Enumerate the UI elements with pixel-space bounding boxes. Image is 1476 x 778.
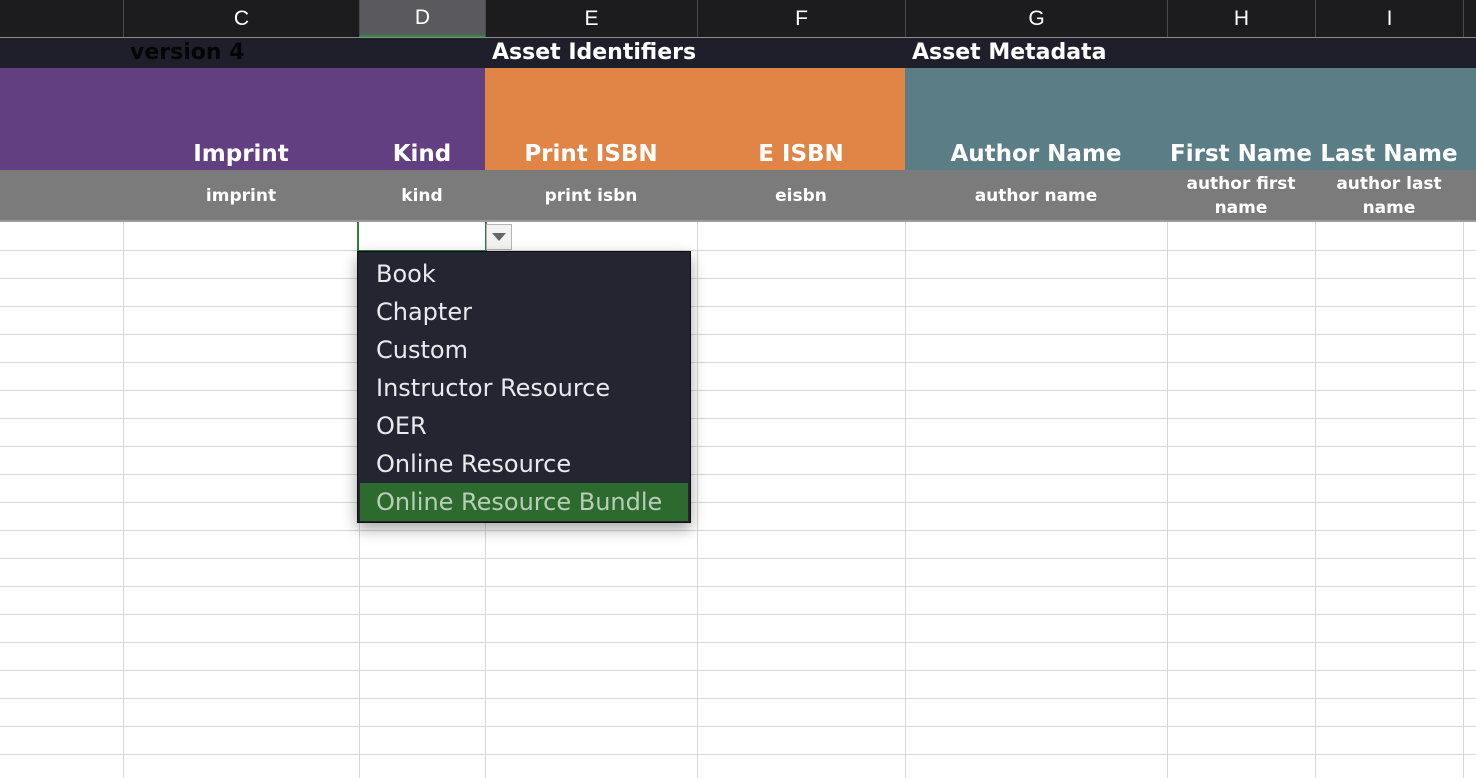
dropdown-option-instructor-resource[interactable]: Instructor Resource — [358, 369, 690, 407]
column-header-g[interactable]: G — [905, 0, 1167, 37]
dropdown-option-chapter[interactable]: Chapter — [358, 293, 690, 331]
grid-divider — [0, 334, 1476, 335]
grid-divider — [0, 502, 1476, 503]
dropdown-arrow-button[interactable] — [486, 224, 512, 250]
grid-divider — [0, 586, 1476, 587]
key-author-first-name[interactable]: author first name — [1167, 170, 1315, 222]
key-author-last-name[interactable]: author last name — [1315, 170, 1463, 222]
cell-grid[interactable] — [0, 222, 1476, 778]
grid-divider — [0, 754, 1476, 755]
grid-divider — [0, 390, 1476, 391]
grid-divider — [0, 418, 1476, 419]
column-header-j[interactable] — [1463, 0, 1476, 37]
column-header-h[interactable]: H — [1167, 0, 1315, 37]
active-cell-kind[interactable] — [357, 222, 487, 252]
grid-divider — [0, 614, 1476, 615]
column-header-b[interactable] — [0, 0, 123, 37]
title-imprint[interactable]: Imprint — [123, 68, 359, 170]
column-header-e[interactable]: E — [485, 0, 697, 37]
chevron-down-icon — [492, 233, 506, 241]
grid-divider — [0, 670, 1476, 671]
grid-divider — [0, 530, 1476, 531]
dropdown-option-oer[interactable]: OER — [358, 407, 690, 445]
dropdown-option-book[interactable]: Book — [358, 255, 690, 293]
dropdown-option-online-resource[interactable]: Online Resource — [358, 445, 690, 483]
column-header-i[interactable]: I — [1315, 0, 1463, 37]
grid-divider — [0, 446, 1476, 447]
grid-divider — [0, 558, 1476, 559]
grid-divider — [0, 278, 1476, 279]
key-print-isbn[interactable]: print isbn — [485, 170, 697, 222]
version-label[interactable]: version 4 — [130, 38, 245, 68]
section-asset-metadata[interactable]: Asset Metadata — [912, 38, 1106, 68]
title-cell-j[interactable] — [1463, 68, 1476, 170]
section-asset-identifiers[interactable]: Asset Identifiers — [492, 38, 696, 68]
title-author-name[interactable]: Author Name — [905, 68, 1167, 170]
key-eisbn[interactable]: eisbn — [697, 170, 905, 222]
grid-divider — [0, 362, 1476, 363]
column-header-d[interactable]: D — [359, 0, 485, 37]
kind-dropdown-list: Book Chapter Custom Instructor Resource … — [357, 251, 691, 523]
grid-divider — [0, 642, 1476, 643]
grid-divider — [0, 698, 1476, 699]
title-last-name[interactable]: Last Name — [1315, 68, 1463, 170]
title-first-name[interactable]: First Name — [1167, 68, 1315, 170]
column-header-f[interactable]: F — [697, 0, 905, 37]
dropdown-option-custom[interactable]: Custom — [358, 331, 690, 369]
grid-divider — [0, 306, 1476, 307]
grid-divider — [0, 474, 1476, 475]
title-cell-b[interactable] — [0, 68, 123, 170]
grid-divider — [0, 250, 1476, 251]
key-imprint[interactable]: imprint — [123, 170, 359, 222]
grid-divider — [0, 726, 1476, 727]
section-band: version 4 Asset Identifiers Asset Metada… — [0, 38, 1476, 68]
key-kind[interactable]: kind — [359, 170, 485, 222]
title-kind[interactable]: Kind — [359, 68, 485, 170]
column-header-row: C D E F G H I — [0, 0, 1476, 38]
column-header-c[interactable]: C — [123, 0, 359, 37]
field-key-row: imprint kind print isbn eisbn author nam… — [0, 170, 1476, 222]
dropdown-option-online-resource-bundle[interactable]: Online Resource Bundle — [360, 483, 688, 521]
title-e-isbn[interactable]: E ISBN — [697, 68, 905, 170]
title-print-isbn[interactable]: Print ISBN — [485, 68, 697, 170]
key-author-name[interactable]: author name — [905, 170, 1167, 222]
